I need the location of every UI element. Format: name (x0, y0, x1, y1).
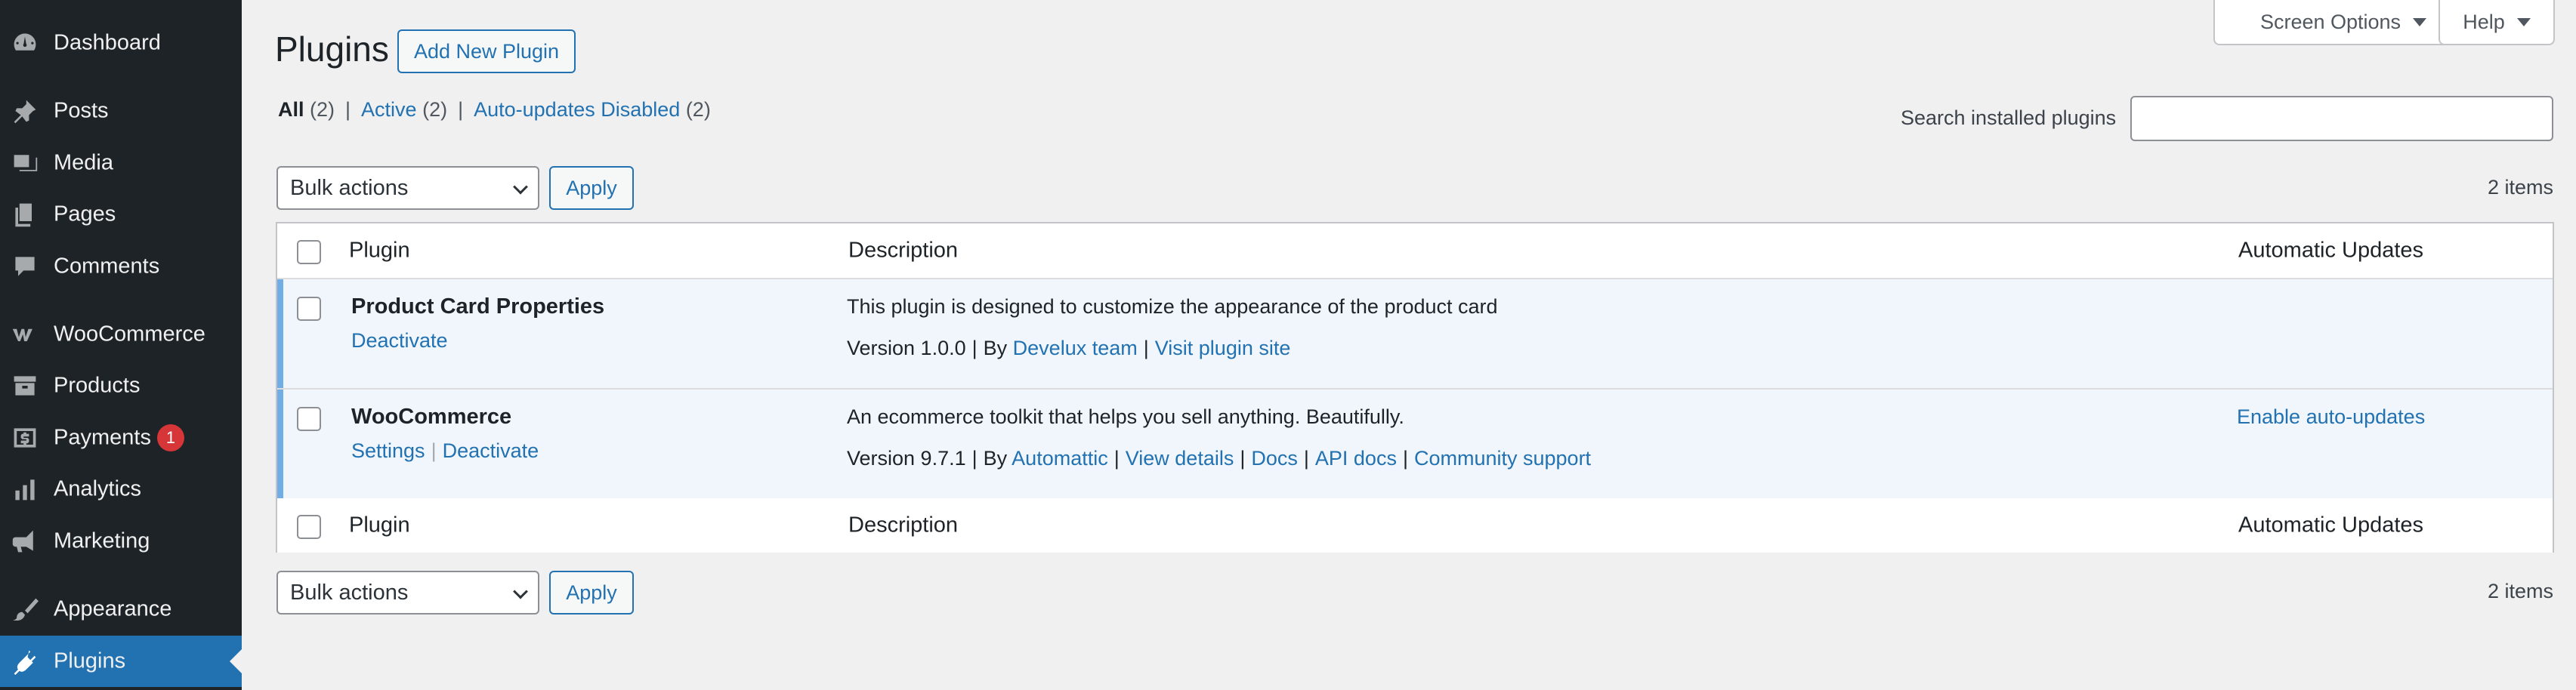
sidebar-item-label: Media (54, 150, 113, 175)
sidebar-item-posts[interactable]: Posts (0, 85, 242, 137)
chevron-down-icon (513, 584, 528, 599)
row-checkbox[interactable] (297, 407, 321, 431)
archive-icon (11, 371, 39, 400)
pages-icon (11, 200, 39, 229)
caret-down-icon (2516, 17, 2531, 26)
select-all-checkbox[interactable] (297, 240, 321, 264)
bulk-actions-select-bottom[interactable]: Bulk actions (276, 571, 539, 615)
plugin-meta: Version 9.7.1 | By Automattic | View details… (847, 447, 1592, 470)
add-new-plugin-button[interactable]: Add New Plugin (397, 29, 576, 73)
column-header-automatic-updates[interactable]: Automatic Updates (2238, 239, 2423, 263)
caret-down-icon (2413, 17, 2427, 26)
help-label: Help (2463, 10, 2505, 33)
column-header-plugin[interactable]: Plugin (349, 239, 410, 263)
admin-sidebar: Dashboard Posts Media Pages Comments Woo… (0, 0, 242, 690)
table-footer-row: Plugin Description Automatic Updates (277, 498, 2553, 553)
bulk-actions-value: Bulk actions (290, 175, 409, 200)
plugin-icon (11, 647, 39, 676)
sidebar-item-label: Marketing (54, 528, 150, 553)
row-actions: Settings | Deactivate (351, 439, 539, 462)
plugin-meta: Version 1.0.0 | By Develux team | Visit plug… (847, 337, 1291, 359)
sidebar-item-label: Payments (54, 425, 151, 450)
plugin-description: This plugin is designed to customize the… (847, 295, 1498, 318)
filter-active[interactable]: Active (2) (361, 98, 447, 121)
search-input[interactable] (2130, 96, 2553, 141)
dashboard-icon (11, 29, 39, 57)
docs-link[interactable]: Docs (1251, 447, 1298, 470)
deactivate-link[interactable]: Deactivate (443, 439, 539, 462)
filter-all[interactable]: All (2) (278, 98, 335, 121)
row-checkbox[interactable] (297, 297, 321, 321)
apply-button-bottom[interactable]: Apply (549, 571, 634, 615)
column-footer-description[interactable]: Description (848, 513, 958, 538)
bulk-actions-select-top[interactable]: Bulk actions (276, 166, 539, 210)
sidebar-item-woocommerce[interactable]: WooCommerce (0, 309, 242, 360)
chevron-down-icon (513, 179, 528, 195)
author-link[interactable]: Develux team (1013, 337, 1138, 359)
sidebar-item-comments[interactable]: Comments (0, 241, 242, 292)
column-header-description[interactable]: Description (848, 239, 958, 263)
sidebar-item-label: Posts (54, 98, 109, 123)
comment-icon (11, 252, 39, 281)
view-details-link[interactable]: View details (1126, 447, 1234, 470)
row-actions: Deactivate (351, 329, 448, 353)
settings-link[interactable]: Settings (351, 439, 425, 462)
woocommerce-icon (11, 320, 39, 349)
table-row: Product Card Properties Deactivate This … (277, 279, 2553, 388)
community-support-link[interactable]: Community support (1414, 447, 1591, 470)
plugin-description: An ecommerce toolkit that helps you sell… (847, 405, 1404, 428)
notification-badge: 1 (157, 424, 184, 451)
plugin-name: WooCommerce (351, 405, 512, 429)
pin-icon (11, 97, 39, 125)
sidebar-item-label: Plugins (54, 648, 126, 673)
plugin-name: Product Card Properties (351, 294, 605, 319)
sidebar-item-label: WooCommerce (54, 322, 205, 347)
sidebar-item-media[interactable]: Media (0, 137, 242, 189)
help-button[interactable]: Help (2439, 0, 2555, 45)
deactivate-link[interactable]: Deactivate (351, 329, 448, 352)
sidebar-item-dashboard[interactable]: Dashboard (0, 17, 242, 69)
sidebar-item-label: Comments (54, 254, 160, 279)
sidebar-item-label: Analytics (54, 476, 142, 501)
author-link[interactable]: Automattic (1012, 447, 1108, 470)
paintbrush-icon (11, 595, 39, 624)
sidebar-item-label: Appearance (54, 596, 172, 621)
screen-options-label: Screen Options (2259, 10, 2401, 33)
sidebar-item-label: Pages (54, 202, 116, 226)
enable-auto-updates-link[interactable]: Enable auto-updates (2237, 405, 2425, 429)
media-icon (11, 149, 39, 177)
api-docs-link[interactable]: API docs (1315, 447, 1397, 470)
bar-chart-icon (11, 475, 39, 504)
sidebar-item-label: Dashboard (54, 30, 161, 55)
visit-plugin-site-link[interactable]: Visit plugin site (1155, 337, 1291, 359)
column-footer-plugin[interactable]: Plugin (349, 513, 410, 538)
sidebar-item-label: Products (54, 373, 141, 398)
column-footer-automatic-updates[interactable]: Automatic Updates (2238, 513, 2423, 538)
bulk-actions-value: Bulk actions (290, 580, 409, 605)
apply-button-top[interactable]: Apply (549, 166, 634, 210)
filter-auto-updates-disabled[interactable]: Auto-updates Disabled (2) (474, 98, 711, 121)
items-count-bottom: 2 items (2487, 580, 2553, 602)
sidebar-item-marketing[interactable]: Marketing (0, 516, 242, 567)
sidebar-item-payments[interactable]: Payments 1 (0, 412, 242, 464)
sidebar-item-analytics[interactable]: Analytics (0, 464, 242, 515)
page-title: Plugins (275, 29, 389, 69)
select-all-checkbox-footer[interactable] (297, 515, 321, 539)
table-row: WooCommerce Settings | Deactivate An ecomm… (277, 390, 2553, 498)
payments-icon (11, 424, 39, 452)
items-count-top: 2 items (2487, 176, 2553, 199)
sidebar-item-plugins[interactable]: Plugins (0, 636, 242, 687)
search-label: Search installed plugins (1901, 106, 2117, 129)
plugin-status-filters: All (2) | Active (2) | Auto-updates Disabled… (278, 98, 711, 121)
sidebar-item-appearance[interactable]: Appearance (0, 584, 242, 635)
sidebar-item-products[interactable]: Products (0, 360, 242, 411)
sidebar-item-pages[interactable]: Pages (0, 189, 242, 240)
megaphone-icon (11, 527, 39, 556)
table-header-row: Plugin Description Automatic Updates (277, 223, 2553, 278)
plugins-table: Plugin Description Automatic Updates Pro… (276, 222, 2554, 553)
screen-options-button[interactable]: Screen Options (2213, 0, 2473, 45)
